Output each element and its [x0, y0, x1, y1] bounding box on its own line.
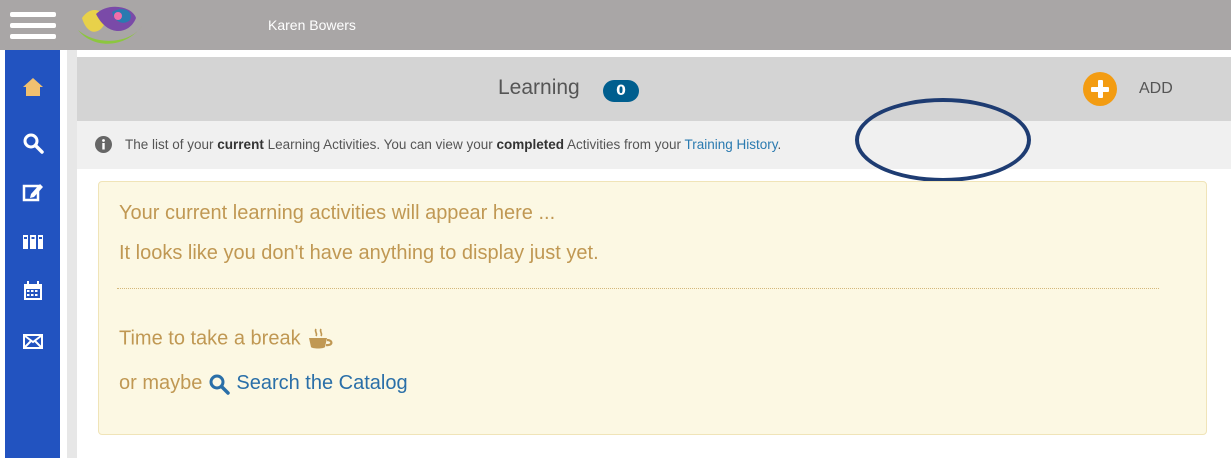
menu-icon[interactable]	[10, 10, 56, 42]
empty-state-panel: Your current learning activities will ap…	[98, 181, 1207, 435]
annotation-circle	[855, 98, 1031, 182]
coffee-icon	[308, 328, 333, 349]
page-title: Learning	[498, 76, 580, 99]
empty-message-line-1: Your current learning activities will ap…	[119, 202, 556, 224]
library-icon[interactable]	[22, 231, 44, 253]
break-text: Time to take a break	[119, 327, 301, 350]
search-icon[interactable]	[208, 373, 231, 395]
edit-icon[interactable]	[22, 181, 44, 203]
info-text: The list of your current Learning Activi…	[125, 137, 782, 152]
left-nav	[5, 50, 60, 458]
add-button[interactable]	[1083, 72, 1117, 106]
or-maybe-text: or maybe	[119, 372, 203, 394]
search-icon[interactable]	[22, 132, 44, 154]
info-bar: The list of your current Learning Activi…	[77, 121, 1231, 169]
count-badge: 0	[603, 80, 639, 102]
user-name[interactable]: Karen Bowers	[268, 17, 356, 33]
search-catalog-link[interactable]: Search the Catalog	[236, 372, 407, 394]
break-row: Time to take a break	[119, 327, 335, 351]
info-icon	[95, 136, 112, 153]
search-row: or maybe Search the Catalog	[119, 372, 408, 395]
mail-icon[interactable]	[22, 330, 44, 352]
divider	[67, 50, 77, 458]
dotted-divider	[117, 288, 1159, 289]
home-icon[interactable]	[22, 76, 44, 98]
training-history-link[interactable]: Training History	[685, 137, 778, 152]
calendar-icon[interactable]	[22, 280, 44, 302]
empty-message-line-2: It looks like you don't have anything to…	[119, 242, 599, 264]
logo	[78, 6, 142, 44]
top-bar: Karen Bowers	[0, 0, 1231, 50]
add-label[interactable]: ADD	[1139, 80, 1173, 98]
page-header: Learning 0 ADD	[77, 57, 1231, 121]
